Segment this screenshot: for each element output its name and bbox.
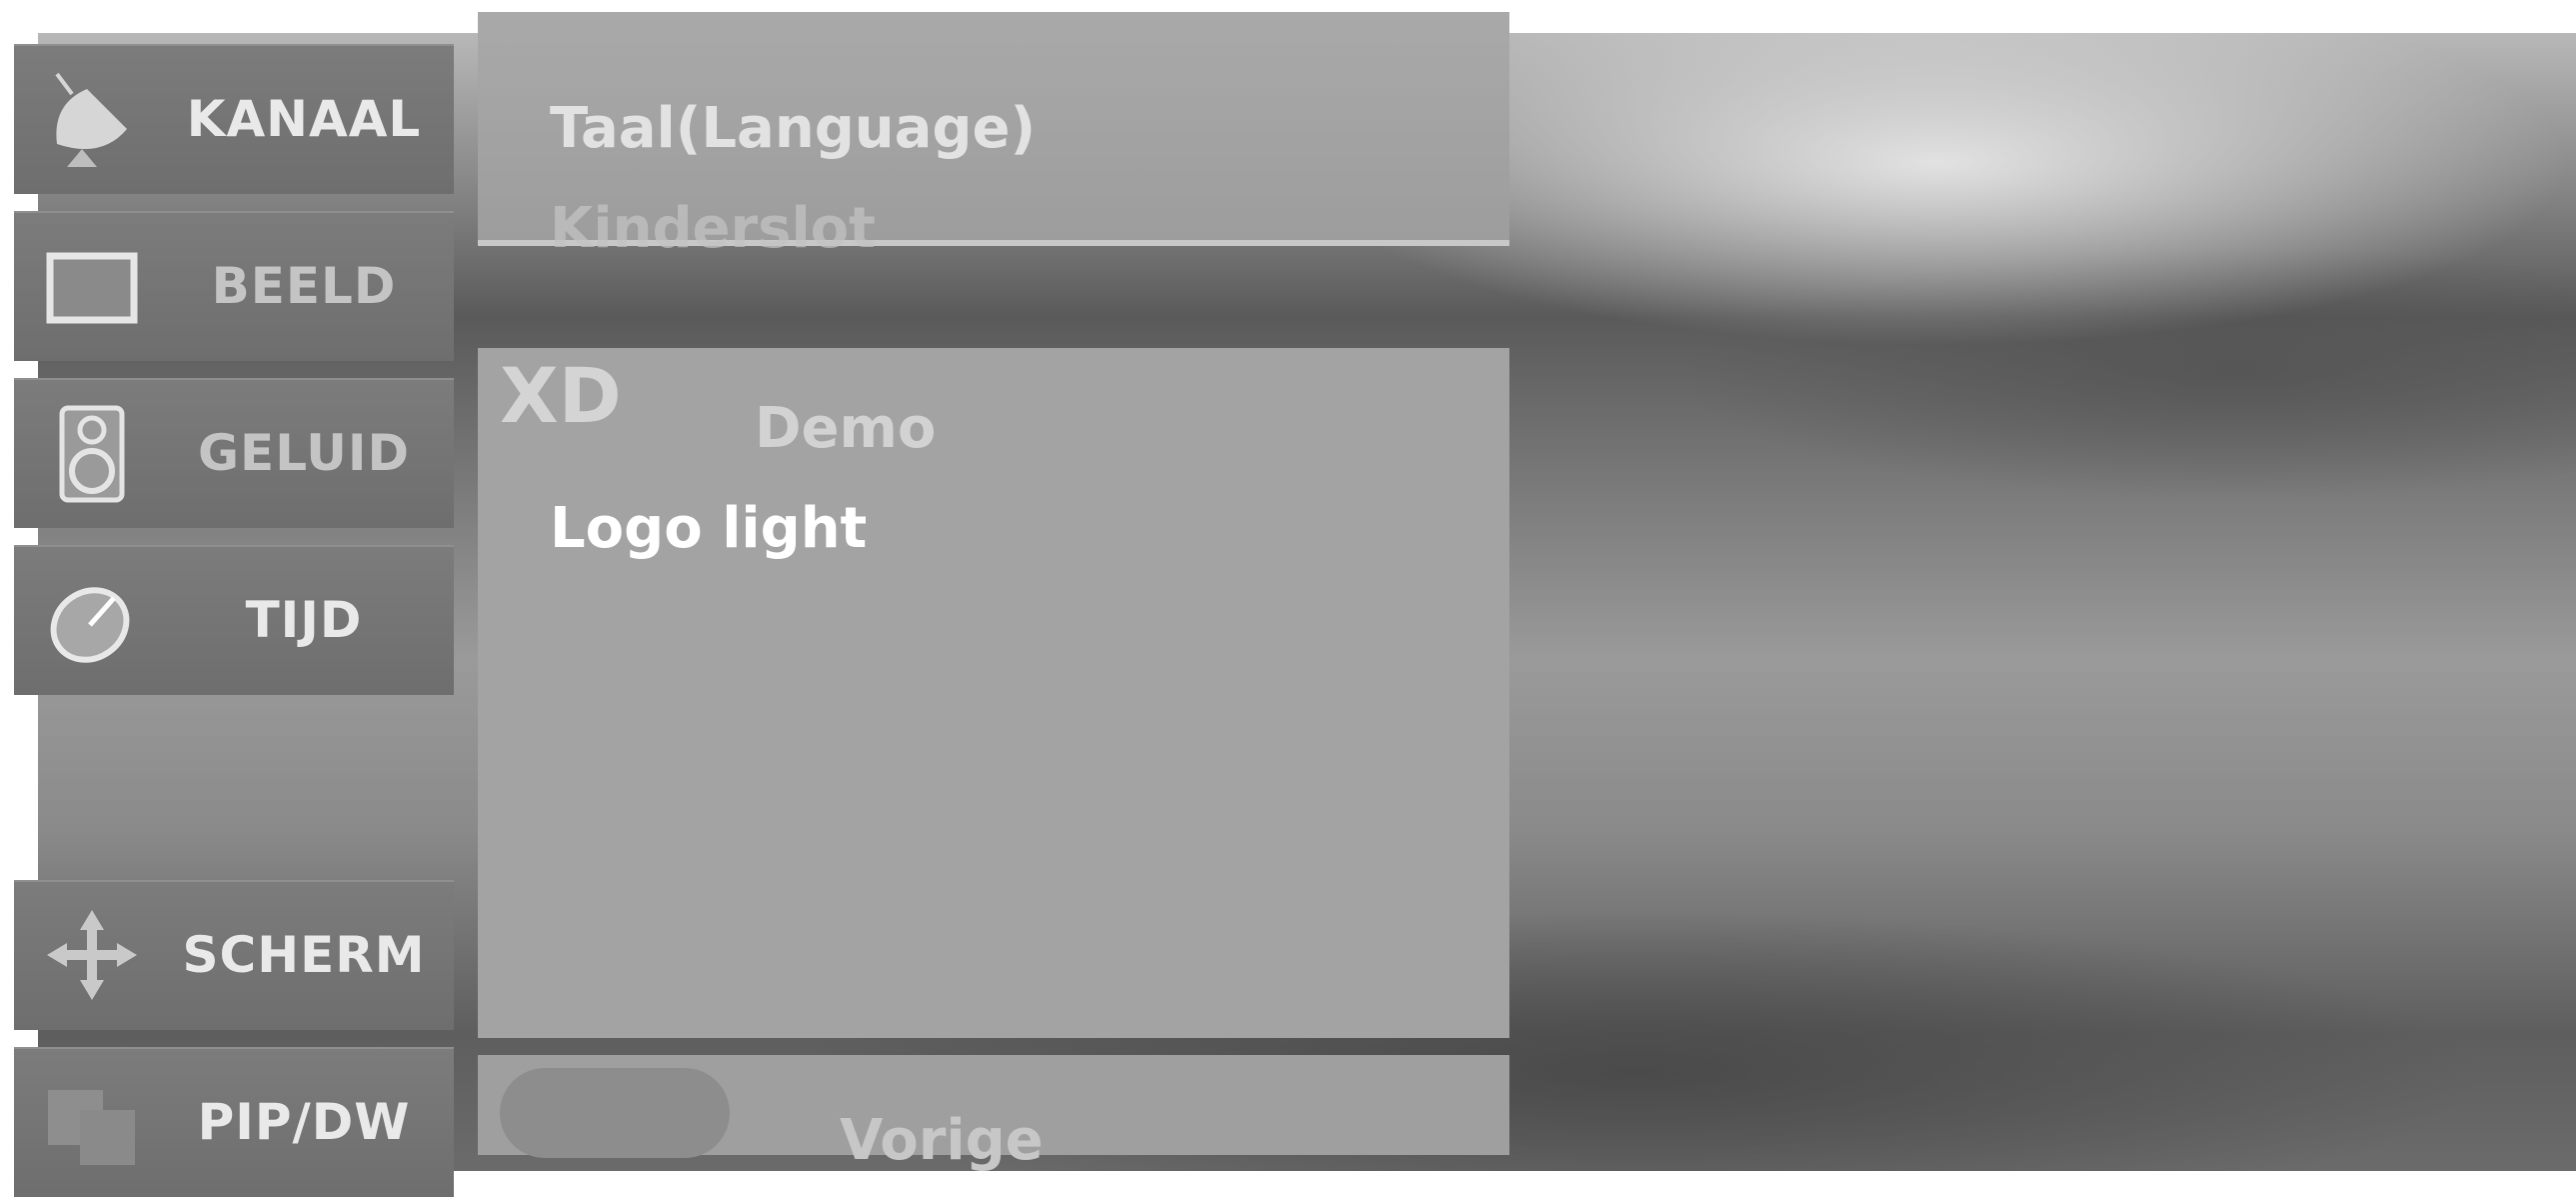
menu-item-demo[interactable]: Demo <box>755 396 936 461</box>
sidebar-item-beeld[interactable]: BEELD <box>14 211 454 361</box>
sidebar-item-label: KANAAL <box>186 90 422 148</box>
clock-icon <box>50 587 130 663</box>
back-button[interactable]: Vorige <box>840 1108 1044 1173</box>
sidebar-item-scherm[interactable]: SCHERM <box>14 880 454 1030</box>
back-key-icon <box>500 1068 730 1158</box>
menu-panel-main <box>478 348 1509 1038</box>
sidebar-item-label: TIJD <box>245 591 363 649</box>
menu-item-kinderslot[interactable]: Kinderslot <box>550 196 876 261</box>
menu-item-logo-light[interactable]: Logo light <box>550 496 867 561</box>
pip-windows-icon <box>48 1090 135 1165</box>
move-arrows-icon <box>47 910 137 1000</box>
sidebar-item-label: PIP/DW <box>197 1093 411 1151</box>
monitor-icon <box>46 252 138 324</box>
satellite-dish-icon <box>55 72 127 167</box>
sidebar-item-pip-dw[interactable]: PIP/DW <box>14 1047 454 1197</box>
sidebar-item-tijd[interactable]: TIJD <box>14 545 454 695</box>
svg-text:XD: XD <box>500 362 622 432</box>
sidebar-item-label: BEELD <box>211 257 397 315</box>
sidebar-item-kanaal[interactable]: KANAAL <box>14 44 454 194</box>
sidebar-item-label: SCHERM <box>182 926 426 984</box>
speaker-icon <box>59 405 125 503</box>
sidebar-item-label: GELUID <box>198 424 410 482</box>
xd-logo-icon: XD <box>500 362 622 432</box>
menu-item-language[interactable]: Taal(Language) <box>550 96 1036 161</box>
sidebar-item-geluid[interactable]: GELUID <box>14 378 454 528</box>
